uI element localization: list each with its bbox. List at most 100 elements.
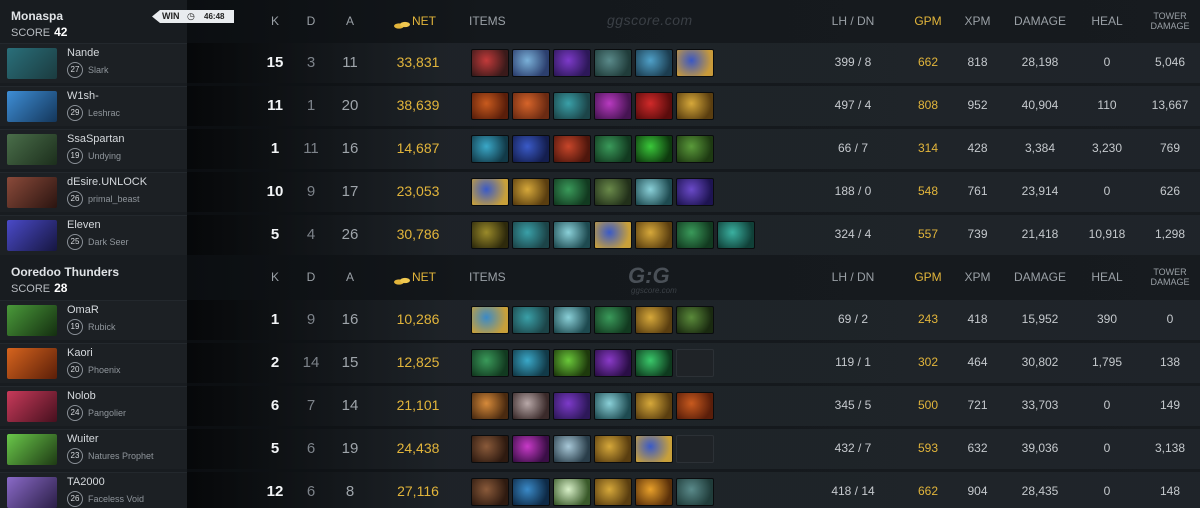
item-icon[interactable] — [553, 135, 591, 163]
header-tower-line2: DAMAGE — [1150, 21, 1190, 31]
item-icon[interactable] — [553, 49, 591, 77]
last-hits-denies: 188 / 0 — [834, 184, 872, 198]
kills: 11 — [267, 97, 283, 114]
item-icon[interactable] — [553, 392, 591, 420]
player-info[interactable]: Kaori 20 Phoenix — [0, 343, 187, 383]
item-icon[interactable] — [635, 392, 673, 420]
player-info[interactable]: dEsire.UNLOCK 26 primal_beast — [0, 172, 187, 212]
item-icon[interactable] — [553, 478, 591, 506]
item-icon[interactable] — [553, 178, 591, 206]
item-icon[interactable] — [594, 478, 632, 506]
player-info[interactable]: SsaSpartan 19 Undying — [0, 129, 187, 169]
item-icon[interactable] — [471, 478, 509, 506]
player-row[interactable]: TA2000 26 Faceless Void 12 6 8 27,116 418 / 14 6… — [0, 471, 1200, 508]
item-icon[interactable] — [635, 49, 673, 77]
player-name[interactable]: Kaori — [67, 347, 93, 359]
item-icon[interactable] — [676, 178, 714, 206]
kills: 5 — [270, 226, 280, 243]
item-icon[interactable] — [471, 92, 509, 120]
player-name[interactable]: OmaR — [67, 304, 99, 316]
player-name[interactable]: Nande — [67, 47, 99, 59]
item-icon[interactable] — [635, 306, 673, 334]
item-icon[interactable] — [471, 392, 509, 420]
player-name[interactable]: dEsire.UNLOCK — [67, 176, 147, 188]
player-name[interactable]: TA2000 — [67, 476, 105, 488]
player-row[interactable]: Eleven 25 Dark Seer 5 4 26 30,786 324 / 4 557 739… — [0, 214, 1200, 256]
item-icon[interactable] — [512, 135, 550, 163]
item-icon[interactable] — [594, 49, 632, 77]
player-name[interactable]: Nolob — [67, 390, 96, 402]
item-icon[interactable] — [471, 306, 509, 334]
net-worth: 10,286 — [396, 311, 440, 327]
item-icon[interactable] — [594, 306, 632, 334]
player-info[interactable]: Wuiter 23 Natures Prophet — [0, 429, 187, 469]
item-icon[interactable] — [635, 435, 673, 463]
item-icon[interactable] — [471, 135, 509, 163]
empty-item-slot — [676, 349, 714, 377]
header-tower-line1: TOWER — [1153, 11, 1187, 21]
item-icon[interactable] — [512, 178, 550, 206]
player-row[interactable]: OmaR 19 Rubick 1 9 16 10,286 69 / 2 243 418 15,952… — [0, 299, 1200, 341]
tower-damage: 148 — [1159, 484, 1181, 498]
item-icon[interactable] — [553, 435, 591, 463]
player-row[interactable]: Wuiter 23 Natures Prophet 5 6 19 24,438 432 / 7… — [0, 428, 1200, 470]
gold-coins-icon — [394, 18, 410, 29]
item-icon[interactable] — [594, 221, 632, 249]
item-icon[interactable] — [676, 92, 714, 120]
player-info[interactable]: Nolob 24 Pangolier — [0, 386, 187, 426]
item-icon[interactable] — [471, 221, 509, 249]
item-icon[interactable] — [512, 92, 550, 120]
item-icon[interactable] — [471, 49, 509, 77]
item-icon[interactable] — [676, 392, 714, 420]
item-icon[interactable] — [635, 478, 673, 506]
item-icon[interactable] — [676, 135, 714, 163]
item-icon[interactable] — [676, 478, 714, 506]
item-icon[interactable] — [512, 392, 550, 420]
item-icon[interactable] — [512, 221, 550, 249]
player-row[interactable]: Nande 27 Slark 15 3 11 33,831 399 / 8 662 818 28,1… — [0, 42, 1200, 84]
item-icon[interactable] — [553, 221, 591, 249]
item-icon[interactable] — [594, 178, 632, 206]
item-icon[interactable] — [512, 435, 550, 463]
player-name[interactable]: Wuiter — [67, 433, 99, 445]
item-icon[interactable] — [594, 349, 632, 377]
item-icon[interactable] — [594, 392, 632, 420]
item-icon[interactable] — [553, 92, 591, 120]
header-heal: HEAL — [1091, 14, 1123, 28]
hero-portrait — [7, 91, 57, 122]
item-icon[interactable] — [635, 135, 673, 163]
player-row[interactable]: W1sh- 29 Leshrac 11 1 20 38,639 497 / 4 808 952 40… — [0, 85, 1200, 127]
item-icon[interactable] — [512, 349, 550, 377]
item-icon[interactable] — [512, 478, 550, 506]
item-icon[interactable] — [635, 178, 673, 206]
player-info[interactable]: W1sh- 29 Leshrac — [0, 86, 187, 126]
player-info[interactable]: OmaR 19 Rubick — [0, 300, 187, 340]
player-info[interactable]: Eleven 25 Dark Seer — [0, 215, 187, 255]
item-icon[interactable] — [471, 435, 509, 463]
player-name[interactable]: SsaSpartan — [67, 133, 124, 145]
player-row[interactable]: dEsire.UNLOCK 26 primal_beast 10 9 17 23,053 18… — [0, 171, 1200, 213]
item-icon[interactable] — [553, 349, 591, 377]
player-name[interactable]: W1sh- — [67, 90, 99, 102]
player-row[interactable]: SsaSpartan 19 Undying 1 11 16 14,687 66 / 7 314 4… — [0, 128, 1200, 170]
item-icon[interactable] — [594, 435, 632, 463]
item-icon[interactable] — [512, 49, 550, 77]
player-row[interactable]: Kaori 20 Phoenix 2 14 15 12,825 119 / 1 302 464 30… — [0, 342, 1200, 384]
item-icon[interactable] — [717, 221, 755, 249]
item-icon[interactable] — [635, 92, 673, 120]
item-icon[interactable] — [471, 178, 509, 206]
item-icon[interactable] — [471, 349, 509, 377]
item-icon[interactable] — [594, 135, 632, 163]
item-icon[interactable] — [635, 221, 673, 249]
item-icon[interactable] — [553, 306, 591, 334]
item-icon[interactable] — [676, 306, 714, 334]
item-icon[interactable] — [676, 221, 714, 249]
item-icon[interactable] — [512, 306, 550, 334]
item-icon[interactable] — [594, 92, 632, 120]
player-info[interactable]: Nande 27 Slark — [0, 43, 187, 83]
item-icon[interactable] — [676, 49, 714, 77]
player-row[interactable]: Nolob 24 Pangolier 6 7 14 21,101 345 / 5 500 721 3… — [0, 385, 1200, 427]
item-icon[interactable] — [635, 349, 673, 377]
player-info[interactable]: TA2000 26 Faceless Void — [0, 472, 187, 508]
player-name[interactable]: Eleven — [67, 219, 101, 231]
